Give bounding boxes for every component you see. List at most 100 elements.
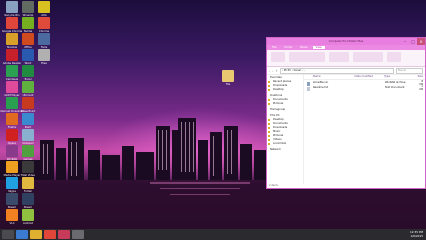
nav-item-label: Recent places: [273, 80, 292, 83]
app-icon: [6, 81, 18, 93]
app-icon: [22, 209, 34, 221]
nav-item-label: This PC: [270, 114, 280, 117]
folder-icon: [268, 119, 270, 121]
folder-icon: [268, 123, 270, 125]
desktop-file-label: File: [225, 83, 231, 86]
tab-file[interactable]: File: [269, 46, 279, 49]
taskbar-clock[interactable]: 12:35 PM 1/6/2015: [410, 230, 423, 238]
column-date[interactable]: Date modified: [354, 75, 384, 78]
explorer-window[interactable]: Computer Pro Hidden Files – □ × File Hom…: [266, 37, 426, 189]
taskbar-explorer-icon[interactable]: [30, 230, 42, 239]
app-icon: [6, 129, 18, 141]
folder-icon: [268, 135, 270, 137]
file-icon: [222, 70, 234, 82]
desktop-icon-label: Files: [41, 62, 47, 65]
app-icon: [22, 33, 34, 45]
app-icon: [38, 17, 50, 29]
app-icon: [6, 145, 18, 157]
folder-icon: [268, 103, 270, 105]
tab-home[interactable]: Home: [281, 46, 295, 49]
ribbon-button-sort[interactable]: [329, 52, 349, 62]
ribbon-button-options[interactable]: [387, 52, 401, 62]
tab-view[interactable]: View: [312, 46, 325, 49]
nav-item-label: Pictures: [273, 134, 284, 137]
window-body: Favorites Recent places Downloads Desktop On…: [267, 74, 425, 184]
file-list: Name Date modified Type Size showfile.ra…: [304, 74, 425, 184]
up-arrow-icon[interactable]: ↑: [275, 69, 278, 73]
taskbar-start-icon[interactable]: [2, 230, 14, 239]
folder-icon: [268, 99, 270, 101]
forward-arrow-icon[interactable]: ›: [272, 69, 273, 73]
tab-share[interactable]: Share: [297, 46, 311, 49]
file-name: showfile.rar: [313, 81, 329, 84]
nav-item-label: Local Disk: [273, 142, 287, 145]
app-icon: [6, 97, 18, 109]
folder-icon: [268, 131, 270, 133]
app-icon: [38, 49, 50, 61]
folder-icon: [268, 143, 270, 145]
nav-item[interactable]: Desktop: [267, 88, 303, 92]
taskbar-app-icon[interactable]: [72, 230, 84, 239]
nav-item[interactable]: Pictures: [267, 102, 303, 106]
nav-item[interactable]: Local Disk: [267, 142, 303, 146]
app-icon: [22, 1, 34, 13]
ribbon-button-show-hide[interactable]: [353, 52, 383, 62]
app-icon: [22, 97, 34, 109]
taskbar: 12:35 PM 1/6/2015: [0, 229, 426, 240]
back-arrow-icon[interactable]: ‹: [269, 69, 270, 73]
taskbar-media-icon[interactable]: [58, 230, 70, 239]
desktop-icon[interactable]: Android: [18, 209, 38, 229]
navigation-pane: Favorites Recent places Downloads Desktop On…: [267, 74, 304, 184]
app-icon: [22, 65, 34, 77]
desktop-icon[interactable]: Files: [34, 49, 54, 69]
minimize-button[interactable]: –: [401, 38, 409, 45]
column-type[interactable]: Type: [384, 75, 418, 78]
folder-icon: [268, 139, 270, 141]
column-name[interactable]: Name: [304, 75, 354, 78]
file-name: Readme.txt: [313, 86, 329, 89]
app-icon: [6, 33, 18, 45]
taskbar-chrome-icon[interactable]: [44, 230, 56, 239]
search-input[interactable]: Buscar: [396, 67, 423, 74]
app-icon: [38, 33, 50, 45]
status-bar: 2 items: [269, 184, 278, 187]
desktop-file-icon[interactable]: File: [218, 70, 238, 90]
nav-item-label: Homegroup: [270, 108, 286, 111]
app-icon: [22, 49, 34, 61]
nav-item[interactable]: Homegroup: [267, 108, 303, 112]
nav-item-label: OneDrive: [270, 94, 283, 97]
taskbar-ie-icon[interactable]: [16, 230, 28, 239]
address-bar[interactable]: › Mi PC › Kanal › ...: [279, 67, 394, 74]
close-button[interactable]: ×: [417, 38, 425, 45]
column-size[interactable]: Size: [418, 75, 425, 78]
nav-item-label: Videos: [273, 138, 282, 141]
app-icon: [22, 129, 34, 141]
maximize-button[interactable]: □: [409, 38, 417, 45]
window-titlebar[interactable]: Computer Pro Hidden Files – □ ×: [267, 38, 425, 45]
text-file-icon: [307, 86, 310, 91]
app-icon: [6, 161, 18, 173]
file-type: WinRAR archive: [385, 81, 406, 84]
nav-item-label: Favorites: [270, 76, 282, 79]
app-icon: [6, 17, 18, 29]
ribbon-button-pane[interactable]: [271, 52, 285, 62]
app-icon: [38, 1, 50, 13]
app-icon: [22, 113, 34, 125]
folder-icon: [268, 81, 270, 83]
app-icon: [6, 193, 18, 205]
nav-item-label: Downloads: [273, 126, 288, 129]
app-icon: [22, 177, 34, 189]
folder-icon: [268, 85, 270, 87]
nav-item[interactable]: Network: [267, 148, 303, 152]
app-icon: [6, 49, 18, 61]
folder-icon: [268, 89, 270, 91]
clock-date: 1/6/2015: [410, 234, 423, 238]
nav-item-label: Desktop: [273, 118, 284, 121]
file-row[interactable]: Readme.txt Text Document 1 KB: [304, 85, 425, 91]
nav-item-label: Downloads: [273, 84, 288, 87]
desktop-icon-label: Android: [22, 222, 34, 225]
nav-item-label: Network: [270, 148, 281, 151]
ribbon-button-layout[interactable]: [289, 52, 325, 62]
nav-item-label: Pictures: [273, 102, 284, 105]
app-icon: [22, 145, 34, 157]
